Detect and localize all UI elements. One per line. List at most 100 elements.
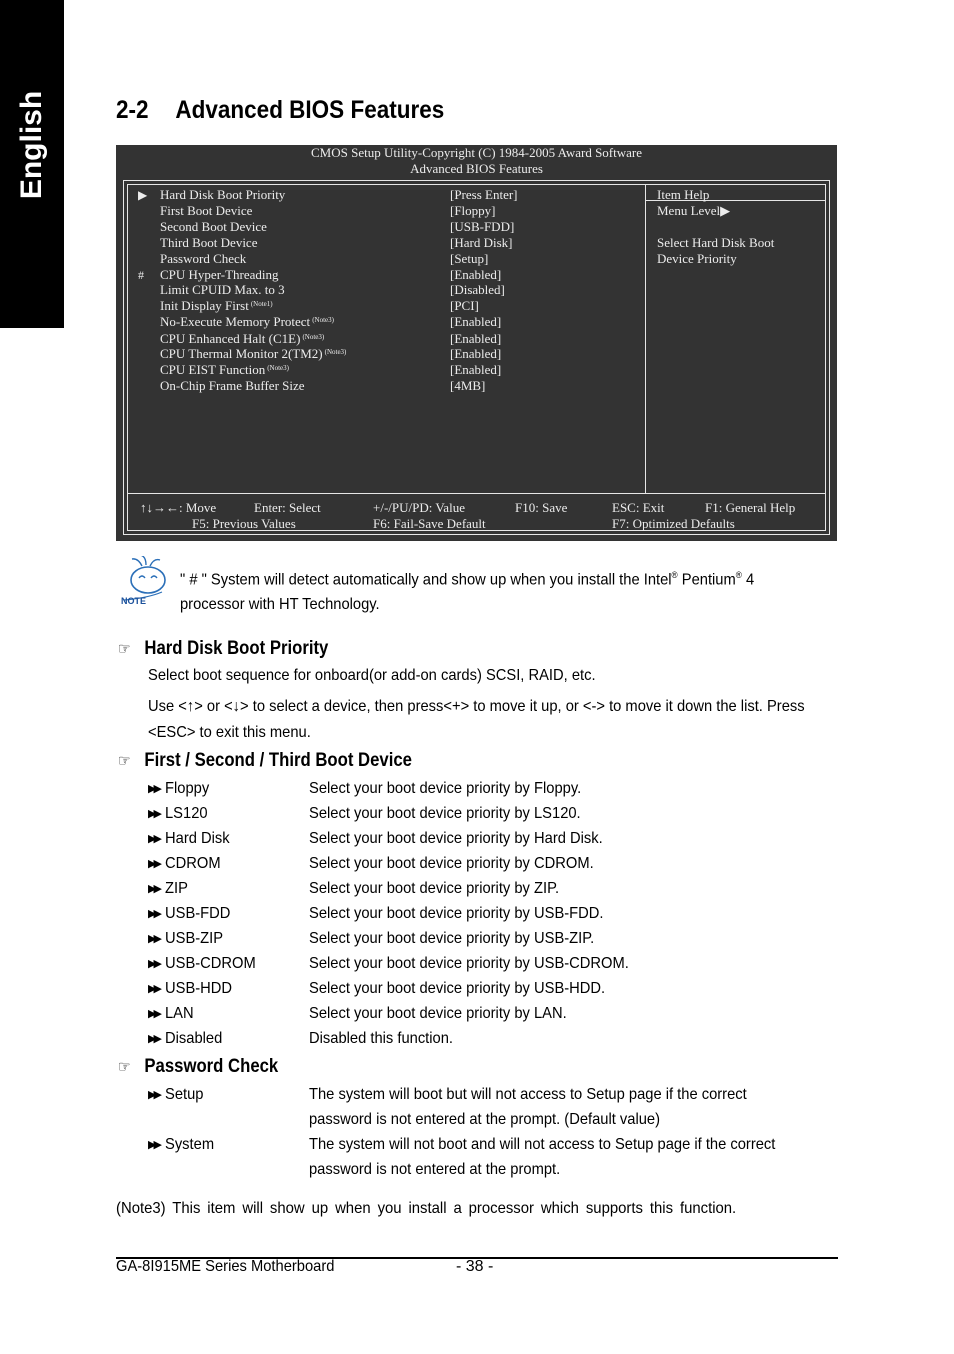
bios-header-title: Advanced BIOS Features [410,161,543,176]
bios-item-row[interactable]: ▶ Hard Disk Boot Priority [Press Enter] [128,187,628,203]
bios-item-label: Init Display First (Note1) [160,298,273,313]
boot-option-description: Select your boot device priority by USB-… [309,955,629,972]
bios-item-label: CPU EIST Function (Note3) [160,362,289,377]
double-arrow-icon: ▶▶ [148,1008,162,1020]
key-f5: F5: Previous Values [192,516,296,531]
section-number: 2-2 [116,96,149,124]
bios-item-row[interactable]: CPU Enhanced Halt (C1E) (Note3) [Enabled] [128,331,628,347]
double-arrow-icon: ▶▶ [148,858,162,870]
menu-level: Menu Level▶ [657,203,731,218]
hash-marker: # [138,268,144,282]
bios-item-value[interactable]: [Enabled] [450,331,501,347]
bios-item-label: CPU Enhanced Halt (C1E) (Note3) [160,331,325,346]
double-arrow-icon: ▶▶ [148,908,162,920]
bios-item-value[interactable]: [Disabled] [450,282,505,298]
bios-item-row[interactable]: Third Boot Device [Hard Disk] [128,235,628,251]
note-reference: (Note3) [312,316,334,324]
key-move: ↑↓→←: Move [140,500,217,515]
bios-item-value[interactable]: [Floppy] [450,203,496,219]
boot-option-description: Select your boot device priority by CDRO… [309,855,594,872]
bios-item-value[interactable]: [USB-FDD] [450,219,514,235]
section-heading-hard-disk-boot-priority: ☞ Hard Disk Boot Priority [118,638,329,659]
password-option-name: ▶▶ Setup [148,1082,207,1108]
bios-item-value[interactable]: [Enabled] [450,314,501,330]
double-arrow-icon: ▶▶ [148,983,162,995]
bios-item-label: On-Chip Frame Buffer Size [160,378,305,393]
footnote-note3: (Note3) This item will show up when you … [116,1200,737,1217]
boot-option-description: Select your boot device priority by USB-… [309,980,606,997]
hdbp-usage-line2: <ESC> to exit this menu. [148,724,311,741]
language-side-tab: English [0,0,64,328]
language-label: English [15,90,48,200]
note-text: " # " System will detect automatically a… [180,563,769,617]
bios-header-copyright: CMOS Setup Utility-Copyright (C) 1984-20… [310,145,642,160]
bios-item-row[interactable]: # CPU Hyper-Threading [Enabled] [128,267,628,283]
bios-item-label: Third Boot Device [160,235,258,250]
bios-item-label: Second Boot Device [160,219,267,234]
boot-option-description: Select your boot device priority by USB-… [309,905,604,922]
section-heading-password-check: ☞ Password Check [118,1056,279,1077]
boot-option-description: Select your boot device priority by ZIP. [309,880,560,897]
pointing-hand-icon: ☞ [118,753,131,770]
note-icon-label: NOTE [121,596,146,606]
bios-item-row[interactable]: On-Chip Frame Buffer Size [4MB] [128,378,628,394]
bios-item-label: First Boot Device [160,203,253,218]
bios-item-label: CPU Hyper-Threading [160,267,279,282]
bios-item-row[interactable]: Password Check [Setup] [128,251,628,267]
boot-option-description: Select your boot device priority by Hard… [309,830,603,847]
bios-item-value[interactable]: [Setup] [450,251,488,267]
bios-item-row[interactable]: CPU EIST Function (Note3) [Enabled] [128,362,628,378]
bios-frame-inner: ▶ Hard Disk Boot Priority [Press Enter] Fir… [127,184,826,531]
boot-option-name: ▶▶ USB-FDD [148,901,236,927]
bios-item-value[interactable]: [Enabled] [450,362,501,378]
bios-column-divider [645,185,646,493]
footer-model: GA-8I915ME Series Motherboard [116,1258,335,1275]
bios-item-value[interactable]: [Enabled] [450,267,501,283]
section-heading-boot-device: ☞ First / Second / Third Boot Device [118,750,412,771]
password-option-description-line1: The system will not boot and will not ac… [309,1136,776,1153]
double-arrow-icon: ▶▶ [148,933,162,945]
bios-item-value[interactable]: [Press Enter] [450,187,518,203]
key-f1: F1: General Help [705,500,796,515]
note-reference: (Note1) [250,300,273,308]
boot-option-name: ▶▶ Floppy [148,776,213,802]
pointing-hand-icon: ☞ [118,641,131,658]
bios-item-value[interactable]: [Enabled] [450,346,501,362]
double-arrow-icon: ▶▶ [148,1089,162,1101]
bios-frame: ▶ Hard Disk Boot Priority [Press Enter] Fir… [123,180,830,535]
key-f6: F6: Fail-Save Default [373,516,486,531]
password-option-description-line2: password is not entered at the prompt. [309,1161,561,1178]
help-text-line1: Select Hard Disk Boot [657,235,775,250]
help-text-line2: Device Priority [657,251,737,266]
bios-item-row[interactable]: CPU Thermal Monitor 2(TM2) (Note3) [Enable… [128,346,628,362]
pointing-hand-icon: ☞ [118,1059,131,1076]
boot-option-name: ▶▶ ZIP [148,876,190,902]
boot-option-name: ▶▶ LS120 [148,801,211,827]
bios-item-row[interactable]: Second Boot Device [USB-FDD] [128,219,628,235]
bios-item-row[interactable]: First Boot Device [Floppy] [128,203,628,219]
double-arrow-icon: ▶▶ [148,1033,162,1045]
item-help-title: Item Help [657,187,710,202]
hdbp-description: Select boot sequence for onboard(or add-… [148,667,596,684]
bios-item-value[interactable]: [PCI] [450,298,479,314]
boot-option-description: Select your boot device priority by LS12… [309,805,581,822]
password-option-description-line2: password is not entered at the prompt. (… [309,1111,661,1128]
section-title: Advanced BIOS Features [175,96,445,124]
boot-option-description: Select your boot device priority by LAN. [309,1005,567,1022]
bios-screen: CMOS Setup Utility-Copyright (C) 1984-20… [116,145,837,541]
bios-item-row[interactable]: Init Display First (Note1) [PCI] [128,298,628,314]
key-f7: F7: Optimized Defaults [612,516,735,531]
boot-option-description: Select your boot device priority by USB-… [309,930,595,947]
boot-option-name: ▶▶ USB-CDROM [148,951,264,977]
double-arrow-icon: ▶▶ [148,1139,162,1151]
bios-item-row[interactable]: No-Execute Memory Protect (Note3) [Enabled… [128,314,628,330]
bios-item-row[interactable]: Limit CPUID Max. to 3 [Disabled] [128,282,628,298]
hdbp-usage-line1: Use <↑> or <↓> to select a device, then … [148,698,805,715]
page-title: 2-2 Advanced BIOS Features [116,96,444,125]
boot-option-name: ▶▶ USB-ZIP [148,926,228,952]
key-esc: ESC: Exit [612,500,665,515]
bios-item-value[interactable]: [Hard Disk] [450,235,512,251]
note-reference: (Note3) [324,348,347,356]
note-line1: " # " System will detect automatically a… [180,570,755,589]
bios-item-value[interactable]: [4MB] [450,378,485,394]
